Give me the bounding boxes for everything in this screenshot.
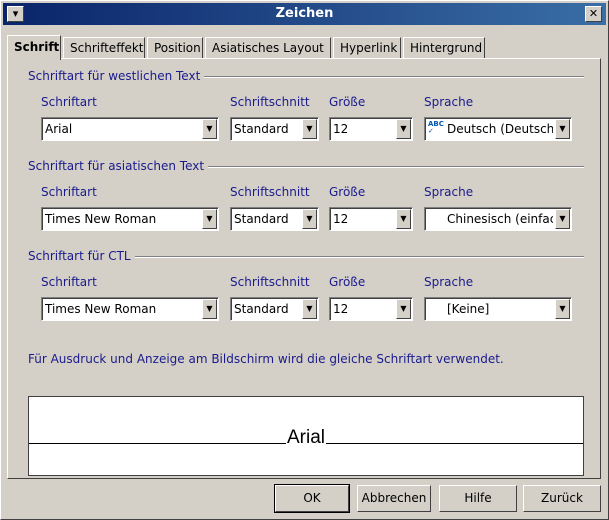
window-title: Zeichen: [275, 6, 334, 21]
western-style-combo[interactable]: Standard ▼: [230, 117, 319, 141]
asian-font-label: Schriftart: [41, 185, 97, 199]
reset-button[interactable]: Zurück: [523, 485, 601, 512]
western-style-label: Schriftschnitt: [230, 95, 310, 109]
ctl-lang-combo[interactable]: [Keine] ▼: [424, 297, 572, 321]
western-font-value: Arial: [45, 122, 73, 136]
chevron-down-icon[interactable]: ▼: [555, 299, 570, 319]
ctl-style-value: Standard: [234, 302, 289, 316]
title-bar[interactable]: ▾ Zeichen ✕: [3, 3, 606, 25]
chevron-down-icon[interactable]: ▼: [202, 299, 217, 319]
asian-section-title: Schriftart für asiatischen Text: [28, 159, 209, 173]
asian-lang-combo[interactable]: Chinesisch (einfach) ▼: [424, 207, 572, 231]
chevron-down-icon[interactable]: ▼: [202, 209, 217, 229]
preview-text-wrap: Arial: [29, 427, 583, 449]
asian-style-value: Standard: [234, 212, 289, 226]
ctl-font-value: Times New Roman: [45, 302, 157, 316]
ctl-section-title: Schriftart für CTL: [28, 249, 135, 263]
ctl-size-label: Größe: [329, 275, 366, 289]
asian-style-combo[interactable]: Standard ▼: [230, 207, 319, 231]
western-font-label: Schriftart: [41, 95, 97, 109]
tab-hintergrund[interactable]: Hintergrund: [403, 37, 485, 59]
ctl-font-label: Schriftart: [41, 275, 97, 289]
western-section-title: Schriftart für westlichen Text: [28, 69, 205, 83]
chevron-down-icon[interactable]: ▼: [302, 209, 317, 229]
asian-size-combo[interactable]: 12 ▼: [329, 207, 413, 231]
western-lang-combo[interactable]: ABC✓ Deutsch (Deutschland) ▼: [424, 117, 572, 141]
tab-position[interactable]: Position: [147, 37, 203, 59]
asian-lang-value: Chinesisch (einfach): [447, 212, 553, 226]
ctl-font-combo[interactable]: Times New Roman ▼: [41, 297, 219, 321]
spellcheck-icon: ABC ✓: [428, 120, 444, 135]
ctl-lang-label: Sprache: [424, 275, 474, 289]
chevron-down-icon[interactable]: ▼: [555, 119, 570, 139]
info-text: Für Ausdruck und Anzeige am Bildschirm w…: [28, 352, 504, 366]
chevron-down-icon[interactable]: ▼: [396, 299, 411, 319]
chevron-down-icon[interactable]: ▼: [302, 299, 317, 319]
ctl-style-label: Schriftschnitt: [230, 275, 310, 289]
western-lang-value: Deutsch (Deutschland): [447, 122, 553, 136]
chevron-down-icon[interactable]: ▼: [396, 119, 411, 139]
ctl-style-combo[interactable]: Standard ▼: [230, 297, 319, 321]
preview-text: Arial: [285, 427, 326, 448]
cancel-button[interactable]: Abbrechen: [357, 485, 431, 512]
asian-style-label: Schriftschnitt: [230, 185, 310, 199]
tab-panel-schrift: Schriftart für westlichen Text Schriftar…: [7, 58, 601, 479]
asian-lang-label: Sprache: [424, 185, 474, 199]
tab-schrifteffekt[interactable]: Schrifteffekt: [63, 37, 145, 59]
ctl-size-value: 12: [333, 302, 349, 316]
chevron-down-icon[interactable]: ▼: [555, 209, 570, 229]
ok-button[interactable]: OK: [274, 484, 350, 513]
western-size-combo[interactable]: 12 ▼: [329, 117, 413, 141]
chevron-down-icon[interactable]: ▼: [302, 119, 317, 139]
western-size-value: 12: [333, 122, 349, 136]
tab-hyperlink[interactable]: Hyperlink: [333, 37, 401, 59]
tab-asiatisches-layout[interactable]: Asiatisches Layout: [205, 37, 331, 59]
ctl-size-combo[interactable]: 12 ▼: [329, 297, 413, 321]
dialog-window: ▾ Zeichen ✕ Schrift Schrifteffekt Positi…: [0, 0, 609, 520]
close-icon[interactable]: ✕: [585, 6, 602, 22]
tab-schrift[interactable]: Schrift: [7, 35, 61, 60]
western-lang-label: Sprache: [424, 95, 474, 109]
asian-size-value: 12: [333, 212, 349, 226]
asian-font-combo[interactable]: Times New Roman ▼: [41, 207, 219, 231]
chevron-down-icon[interactable]: ▼: [202, 119, 217, 139]
western-style-value: Standard: [234, 122, 289, 136]
western-font-combo[interactable]: Arial ▼: [41, 117, 219, 141]
asian-size-label: Größe: [329, 185, 366, 199]
western-size-label: Größe: [329, 95, 366, 109]
help-button[interactable]: Hilfe: [439, 485, 517, 512]
asian-font-value: Times New Roman: [45, 212, 157, 226]
font-preview: Arial: [28, 396, 584, 476]
chevron-down-icon[interactable]: ▼: [396, 209, 411, 229]
ctl-lang-value: [Keine]: [447, 302, 490, 316]
